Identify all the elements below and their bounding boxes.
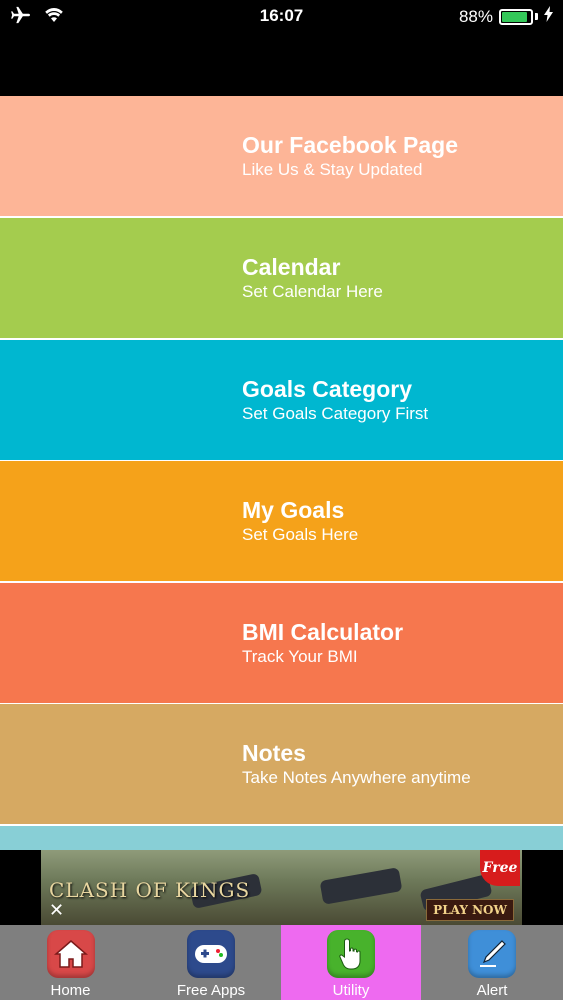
menu-item-subtitle: Track Your BMI [242, 647, 358, 666]
menu-item-my-goals[interactable]: My Goals Set Goals Here [0, 461, 563, 581]
menu-item-title: Goals Category [242, 376, 412, 402]
tab-label: Home [50, 982, 91, 999]
tab-label: Utility [332, 982, 370, 999]
menu-item-title: Calendar [242, 254, 341, 280]
menu-item-partial[interactable] [0, 826, 563, 850]
tab-bar: Home Free Apps Utility Alert [0, 925, 563, 1000]
status-bar: 16:07 88% [0, 0, 563, 34]
menu-item-facebook-page[interactable]: Our Facebook Page Like Us & Stay Updated [0, 96, 563, 216]
close-icon[interactable]: ✕ [49, 900, 64, 921]
pen-icon [468, 930, 516, 978]
tab-alert[interactable]: Alert [421, 925, 563, 1000]
menu-item-subtitle: Take Notes Anywhere anytime [242, 768, 471, 787]
tab-label: Free Apps [176, 982, 246, 999]
menu-item-subtitle: Set Goals Here [242, 525, 359, 544]
gamepad-icon [187, 930, 235, 978]
tab-label: Alert [476, 982, 508, 999]
menu-item-title: My Goals [242, 497, 345, 523]
menu-item-subtitle: Like Us & Stay Updated [242, 160, 423, 179]
ad-free-badge: Free [480, 850, 520, 886]
tab-home[interactable]: Home [0, 925, 141, 1000]
menu-item-notes[interactable]: Notes Take Notes Anywhere anytime [0, 704, 563, 824]
menu-list: Our Facebook Page Like Us & Stay Updated… [0, 96, 563, 850]
menu-item-title: BMI Calculator [242, 619, 404, 645]
tab-utility[interactable]: Utility [281, 925, 421, 1000]
charging-bolt-icon [544, 6, 553, 27]
ad-banner: CLASH OF KINGS ✕ Free PLAY NOW [0, 850, 563, 925]
menu-item-bmi-calculator[interactable]: BMI Calculator Track Your BMI [0, 583, 563, 703]
menu-item-goals-category[interactable]: Goals Category Set Goals Category First [0, 340, 563, 460]
battery-icon [499, 8, 533, 25]
header-area [0, 34, 563, 96]
menu-item-subtitle: Set Calendar Here [242, 282, 383, 301]
ad-logo: CLASH OF KINGS [49, 878, 251, 902]
battery-percent: 88% [458, 6, 493, 26]
hand-pointer-icon [327, 930, 375, 978]
tab-free-apps[interactable]: Free Apps [141, 925, 281, 1000]
menu-item-calendar[interactable]: Calendar Set Calendar Here [0, 218, 563, 338]
menu-item-title: Notes [242, 740, 306, 766]
home-icon [46, 930, 95, 978]
ad-play-button[interactable]: PLAY NOW [426, 899, 514, 921]
menu-item-subtitle: Set Goals Category First [242, 404, 429, 423]
ad-image[interactable]: CLASH OF KINGS ✕ Free PLAY NOW [41, 850, 522, 925]
menu-item-title: Our Facebook Page [242, 132, 459, 158]
